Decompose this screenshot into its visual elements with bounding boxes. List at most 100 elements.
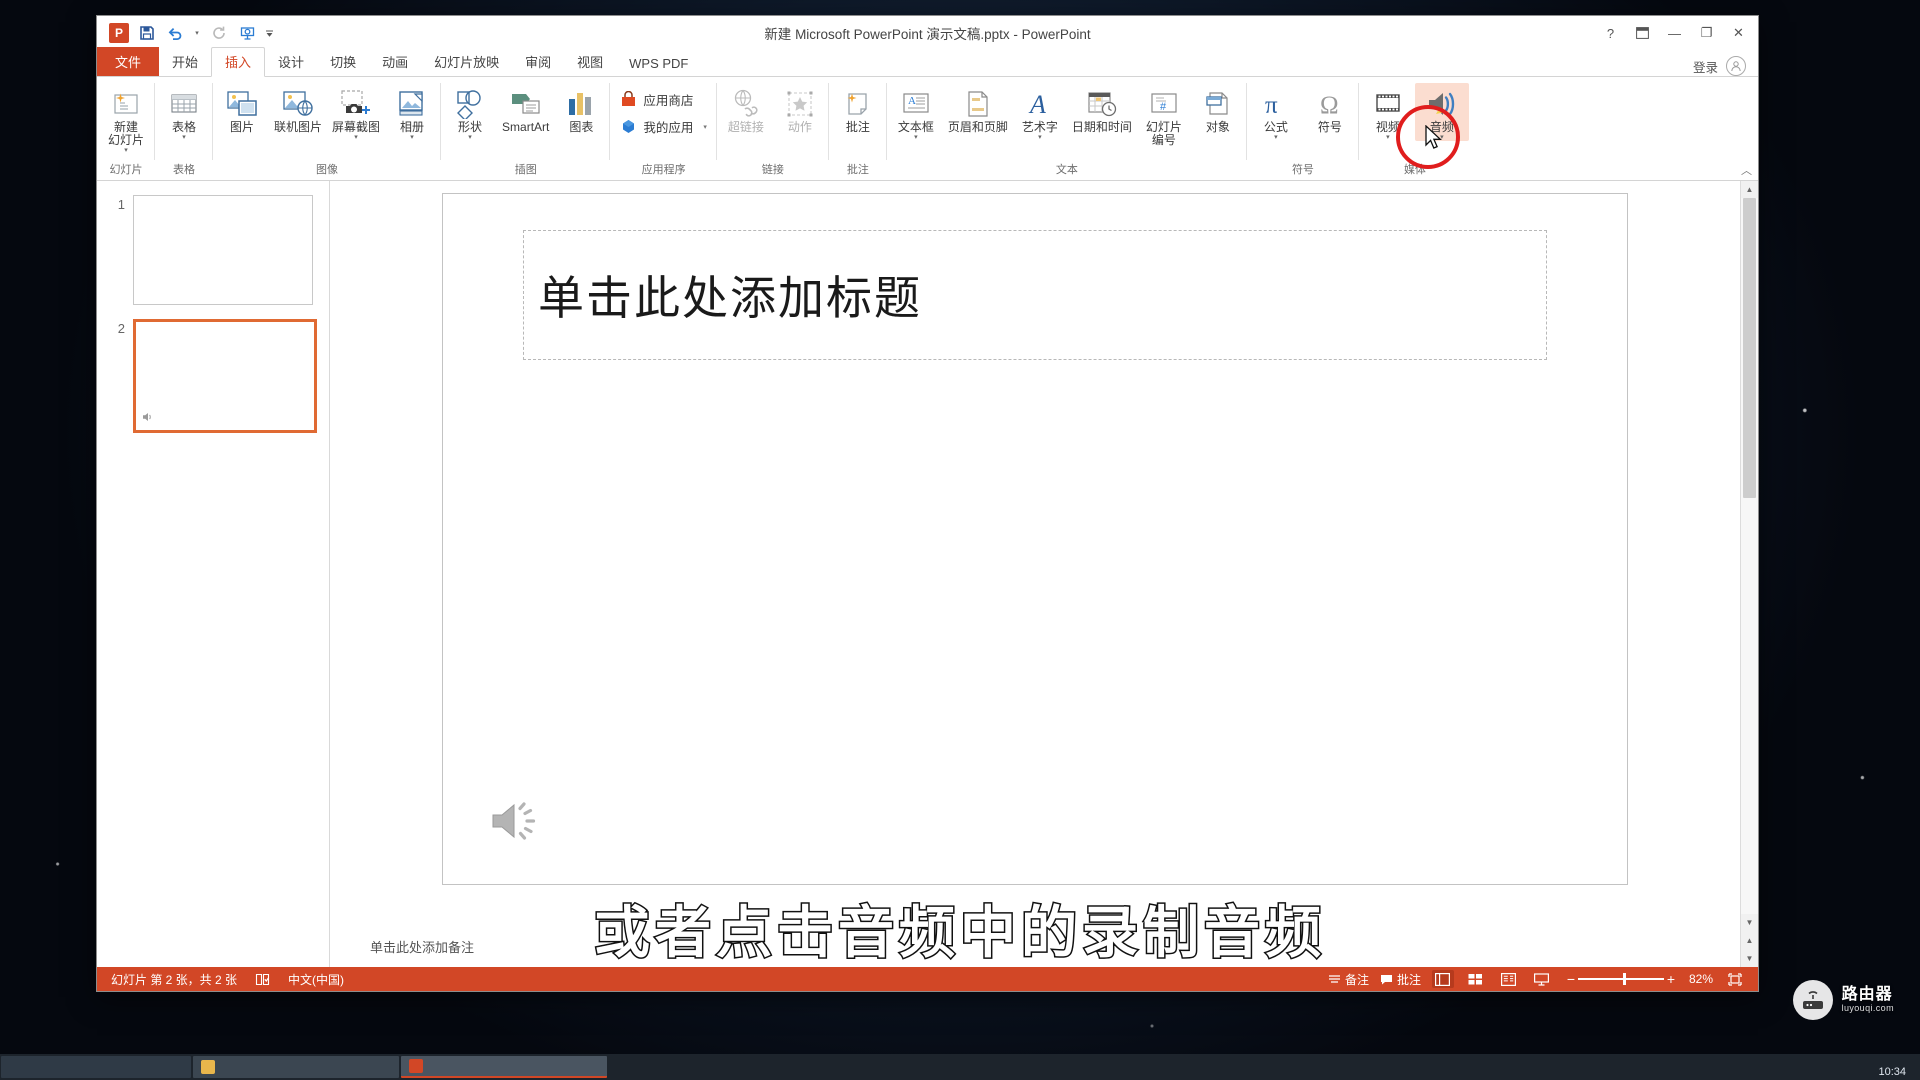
proofing-icon[interactable] — [255, 973, 270, 986]
ribbon-button-页眉和页脚[interactable]: 页眉和页脚 — [943, 83, 1013, 134]
close-button[interactable]: ✕ — [1723, 19, 1754, 47]
ribbon-group-应用程序: 应用商店我的应用▾应用程序 — [610, 77, 717, 180]
undo-icon[interactable] — [162, 21, 188, 45]
avatar[interactable] — [1726, 56, 1746, 76]
tab-4[interactable]: 切换 — [317, 48, 369, 76]
zoom-track[interactable] — [1578, 978, 1664, 980]
tab-6[interactable]: 幻灯片放映 — [421, 48, 512, 76]
normal-view-button[interactable] — [1432, 970, 1454, 988]
tab-8[interactable]: 视图 — [564, 48, 616, 76]
ribbon-button-日期和时间[interactable]: 日期和时间 — [1067, 83, 1137, 134]
maximize-restore-button[interactable]: ❐ — [1691, 19, 1722, 47]
chevron-down-icon[interactable]: ▾ — [468, 134, 472, 141]
thumbnail-row[interactable]: 2 — [97, 319, 329, 447]
explorer-task[interactable] — [193, 1056, 399, 1078]
chevron-down-icon[interactable]: ▾ — [124, 147, 128, 154]
thumbnail-row[interactable]: 1 — [97, 195, 329, 319]
group-label: 文本 — [889, 163, 1245, 180]
zoom-out-button[interactable]: − — [1564, 971, 1578, 987]
start-button[interactable] — [1, 1056, 191, 1078]
undo-dropdown-arrow[interactable]: ▾ — [195, 29, 199, 37]
ribbon-group-插图: 形状▾SmartArt图表插图 — [441, 77, 610, 180]
scroll-track[interactable] — [1741, 198, 1758, 914]
comments-button[interactable]: 批注 — [1380, 971, 1421, 988]
notes-pane[interactable]: 单击此处添加备注 — [330, 925, 1740, 967]
ribbon-button-应用商店[interactable]: 应用商店 — [616, 88, 711, 111]
slide-thumbnail-1[interactable] — [133, 195, 313, 305]
powerpoint-task[interactable] — [401, 1056, 607, 1078]
ribbon-button-我的应用[interactable]: 我的应用▾ — [616, 115, 711, 138]
ribbon-button-屏幕截图[interactable]: 屏幕截图▾ — [327, 83, 385, 141]
ribbon-display-options-button[interactable] — [1627, 19, 1658, 47]
ribbon-button-视频[interactable]: 视频▾ — [1361, 83, 1415, 141]
save-icon[interactable] — [134, 21, 160, 45]
tab-3[interactable]: 设计 — [265, 48, 317, 76]
chevron-down-icon[interactable]: ▾ — [182, 134, 186, 141]
previous-slide-button[interactable]: ▲ — [1746, 931, 1754, 949]
collapse-ribbon-button[interactable]: ︿ — [1741, 162, 1752, 178]
chevron-down-icon[interactable]: ▾ — [1440, 134, 1444, 141]
slide-show-button[interactable] — [1531, 970, 1553, 988]
slide-surface[interactable]: 单击此处添加标题 — [442, 193, 1628, 885]
zoom-in-button[interactable]: + — [1664, 971, 1678, 987]
ribbon-button-相册[interactable]: 相册▾ — [385, 83, 439, 141]
notes-button[interactable]: 备注 — [1328, 971, 1369, 988]
scroll-down-arrow[interactable]: ▼ — [1741, 914, 1758, 931]
tab-0[interactable]: 文件 — [97, 47, 159, 76]
help-button[interactable]: ? — [1595, 19, 1626, 47]
reading-view-button[interactable] — [1498, 970, 1520, 988]
ribbon-button-新建幻灯片[interactable]: 新建 幻灯片▾ — [99, 83, 153, 154]
customize-quick-access-icon[interactable] — [262, 21, 276, 45]
ribbon-button-艺术字[interactable]: A艺术字▾ — [1013, 83, 1067, 141]
ribbon-button-音频[interactable]: 音频▾ — [1415, 83, 1469, 141]
tab-9[interactable]: WPS PDF — [616, 52, 701, 76]
ribbon-button-符号[interactable]: Ω符号 — [1303, 83, 1357, 134]
title-placeholder-box[interactable]: 单击此处添加标题 — [523, 230, 1547, 360]
tab-5[interactable]: 动画 — [369, 48, 421, 76]
slide-thumbnail-panel[interactable]: 12 — [97, 181, 330, 967]
scroll-up-arrow[interactable]: ▲ — [1741, 181, 1758, 198]
signin-link[interactable]: 登录 — [1693, 57, 1718, 76]
chevron-down-icon[interactable]: ▾ — [1274, 134, 1278, 141]
tab-2[interactable]: 插入 — [211, 47, 265, 77]
wordart-icon: A — [1025, 85, 1055, 119]
chevron-down-icon[interactable]: ▾ — [914, 134, 918, 141]
chevron-down-icon[interactable]: ▾ — [1386, 134, 1390, 141]
ribbon-button-图表[interactable]: 图表 — [554, 83, 608, 134]
new-slide-icon — [111, 85, 141, 119]
speaker-icon[interactable] — [489, 797, 545, 845]
ribbon-button-表格[interactable]: 表格▾ — [157, 83, 211, 141]
chevron-down-icon[interactable]: ▾ — [703, 123, 707, 131]
chevron-down-icon[interactable]: ▾ — [1038, 134, 1042, 141]
next-slide-button[interactable]: ▼ — [1746, 949, 1754, 967]
zoom-slider[interactable]: − + — [1564, 971, 1678, 987]
zoom-level-text[interactable]: 82% — [1689, 972, 1713, 986]
vertical-scrollbar[interactable]: ▲ ▼ ▲ ▼ — [1740, 181, 1758, 967]
repeat-icon[interactable] — [206, 21, 232, 45]
ribbon-button-幻灯片编号[interactable]: #幻灯片 编号 — [1137, 83, 1191, 147]
slide-thumbnail-2[interactable] — [133, 319, 317, 433]
from-beginning-icon[interactable] — [234, 21, 260, 45]
powerpoint-logo-icon[interactable]: P — [106, 21, 132, 45]
ribbon-button-文本框[interactable]: A文本框▾ — [889, 83, 943, 141]
ribbon-button-公式[interactable]: π公式▾ — [1249, 83, 1303, 141]
fit-slide-button[interactable] — [1724, 970, 1746, 988]
ribbon-button-对象[interactable]: 对象 — [1191, 83, 1245, 134]
tab-1[interactable]: 开始 — [159, 48, 211, 76]
scroll-thumb[interactable] — [1743, 198, 1756, 498]
ribbon-button-SmartArt[interactable]: SmartArt — [497, 83, 554, 134]
quick-access-toolbar: P ▾ — [97, 21, 276, 45]
chevron-down-icon[interactable]: ▾ — [410, 134, 414, 141]
tab-7[interactable]: 审阅 — [512, 48, 564, 76]
slide-sorter-button[interactable] — [1465, 970, 1487, 988]
ribbon-button-图片[interactable]: 图片 — [215, 83, 269, 134]
zoom-knob[interactable] — [1623, 973, 1626, 985]
minimize-button[interactable]: — — [1659, 19, 1690, 47]
button-label: 图片 — [230, 121, 254, 134]
language-text[interactable]: 中文(中国) — [288, 971, 344, 988]
chevron-down-icon[interactable]: ▾ — [354, 134, 358, 141]
ribbon-button-形状[interactable]: 形状▾ — [443, 83, 497, 141]
ribbon-button-批注[interactable]: 批注 — [831, 83, 885, 134]
ribbon-button-联机图片[interactable]: 联机图片 — [269, 83, 327, 134]
redo-icon[interactable]: ▾ — [190, 21, 204, 45]
